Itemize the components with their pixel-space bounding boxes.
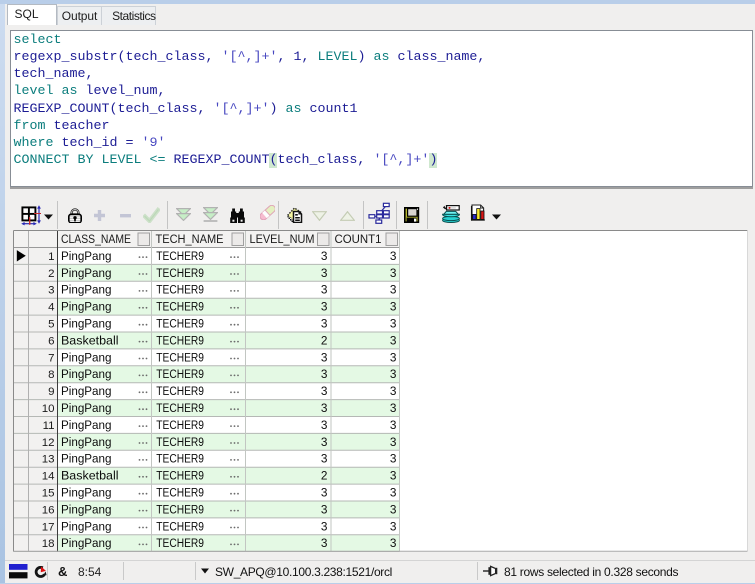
svg-text:3: 3 [390,301,397,314]
svg-text:3: 3 [390,284,397,297]
svg-text:5: 5 [48,318,54,330]
svg-text:LEVEL_NUM: LEVEL_NUM [250,233,315,246]
svg-text:10: 10 [42,403,55,415]
svg-text:3: 3 [390,267,397,280]
svg-text:14: 14 [42,471,55,483]
svg-text:PingPang: PingPang [61,301,111,314]
svg-text:TECHER9: TECHER9 [156,486,204,499]
svg-text:3: 3 [390,419,397,432]
svg-text:PingPang: PingPang [61,537,111,550]
svg-text:PingPang: PingPang [61,503,111,516]
svg-text:9: 9 [48,386,54,398]
svg-text:3: 3 [390,436,397,449]
svg-text:3: 3 [321,486,328,499]
svg-text:Basketball: Basketball [61,470,118,483]
svg-text:3: 3 [321,267,328,280]
svg-text:COUNT1: COUNT1 [335,233,382,246]
svg-text:TECHER9: TECHER9 [156,470,204,483]
svg-text:TECHER9: TECHER9 [156,385,204,398]
svg-text:TECHER9: TECHER9 [156,334,204,347]
svg-text:3: 3 [321,351,328,364]
svg-text:TECHER9: TECHER9 [156,453,204,466]
svg-text:3: 3 [321,317,328,330]
svg-text:3: 3 [321,436,328,449]
svg-text:4: 4 [48,302,55,314]
svg-text:TECHER9: TECHER9 [156,317,204,330]
svg-text:18: 18 [42,538,55,550]
svg-text:TECHER9: TECHER9 [156,402,204,415]
svg-text:PingPang: PingPang [61,284,111,297]
svg-text:3: 3 [390,368,397,381]
svg-text:1: 1 [48,251,54,263]
svg-text:3: 3 [390,250,397,263]
svg-text:3: 3 [390,334,397,347]
svg-text:TECHER9: TECHER9 [156,537,204,550]
svg-text:3: 3 [48,285,54,297]
svg-text:TECHER9: TECHER9 [156,419,204,432]
svg-text:TECHER9: TECHER9 [156,503,204,516]
svg-text:PingPang: PingPang [61,486,111,499]
svg-text:11: 11 [43,420,55,432]
svg-text:13: 13 [42,454,55,466]
svg-text:PingPang: PingPang [61,453,111,466]
svg-text:15: 15 [42,487,55,499]
svg-text:PingPang: PingPang [61,250,111,263]
svg-text:17: 17 [42,521,55,533]
svg-text:TECHER9: TECHER9 [156,368,204,381]
svg-text:6: 6 [48,335,54,347]
svg-text:3: 3 [321,537,328,550]
svg-text:PingPang: PingPang [61,402,111,415]
svg-text:TECHER9: TECHER9 [156,284,204,297]
svg-text:TECHER9: TECHER9 [156,436,204,449]
svg-text:TECH_NAME: TECH_NAME [156,233,224,246]
svg-text:3: 3 [390,520,397,533]
svg-text:PingPang: PingPang [61,267,111,280]
svg-text:3: 3 [390,537,397,550]
svg-text:3: 3 [390,351,397,364]
svg-text:3: 3 [321,419,328,432]
svg-text:TECHER9: TECHER9 [156,520,204,533]
svg-text:PingPang: PingPang [61,520,111,533]
svg-text:3: 3 [390,503,397,516]
svg-text:TECHER9: TECHER9 [156,250,204,263]
svg-text:PingPang: PingPang [61,351,111,364]
svg-text:3: 3 [321,368,328,381]
svg-text:3: 3 [390,317,397,330]
svg-text:3: 3 [390,470,397,483]
svg-text:3: 3 [321,385,328,398]
svg-text:CLASS_NAME: CLASS_NAME [61,233,131,246]
svg-text:3: 3 [321,453,328,466]
svg-text:16: 16 [42,504,55,516]
svg-text:2: 2 [321,334,328,347]
svg-text:8: 8 [48,369,54,381]
svg-text:3: 3 [390,486,397,499]
svg-text:7: 7 [48,352,54,364]
svg-text:Basketball: Basketball [61,334,118,347]
svg-text:PingPang: PingPang [61,385,111,398]
svg-text:12: 12 [42,437,55,449]
svg-text:3: 3 [321,402,328,415]
svg-text:TECHER9: TECHER9 [156,267,204,280]
svg-text:3: 3 [321,503,328,516]
svg-text:3: 3 [390,402,397,415]
svg-text:PingPang: PingPang [61,436,111,449]
svg-text:PingPang: PingPang [61,317,111,330]
svg-text:2: 2 [48,268,54,280]
svg-text:3: 3 [390,385,397,398]
svg-text:3: 3 [321,250,328,263]
svg-text:3: 3 [321,284,328,297]
svg-text:TECHER9: TECHER9 [156,301,204,314]
svg-text:PingPang: PingPang [61,419,111,432]
svg-text:3: 3 [321,520,328,533]
svg-text:3: 3 [321,301,328,314]
svg-text:3: 3 [390,453,397,466]
svg-text:PingPang: PingPang [61,368,111,381]
svg-text:TECHER9: TECHER9 [156,351,204,364]
svg-text:2: 2 [321,470,328,483]
